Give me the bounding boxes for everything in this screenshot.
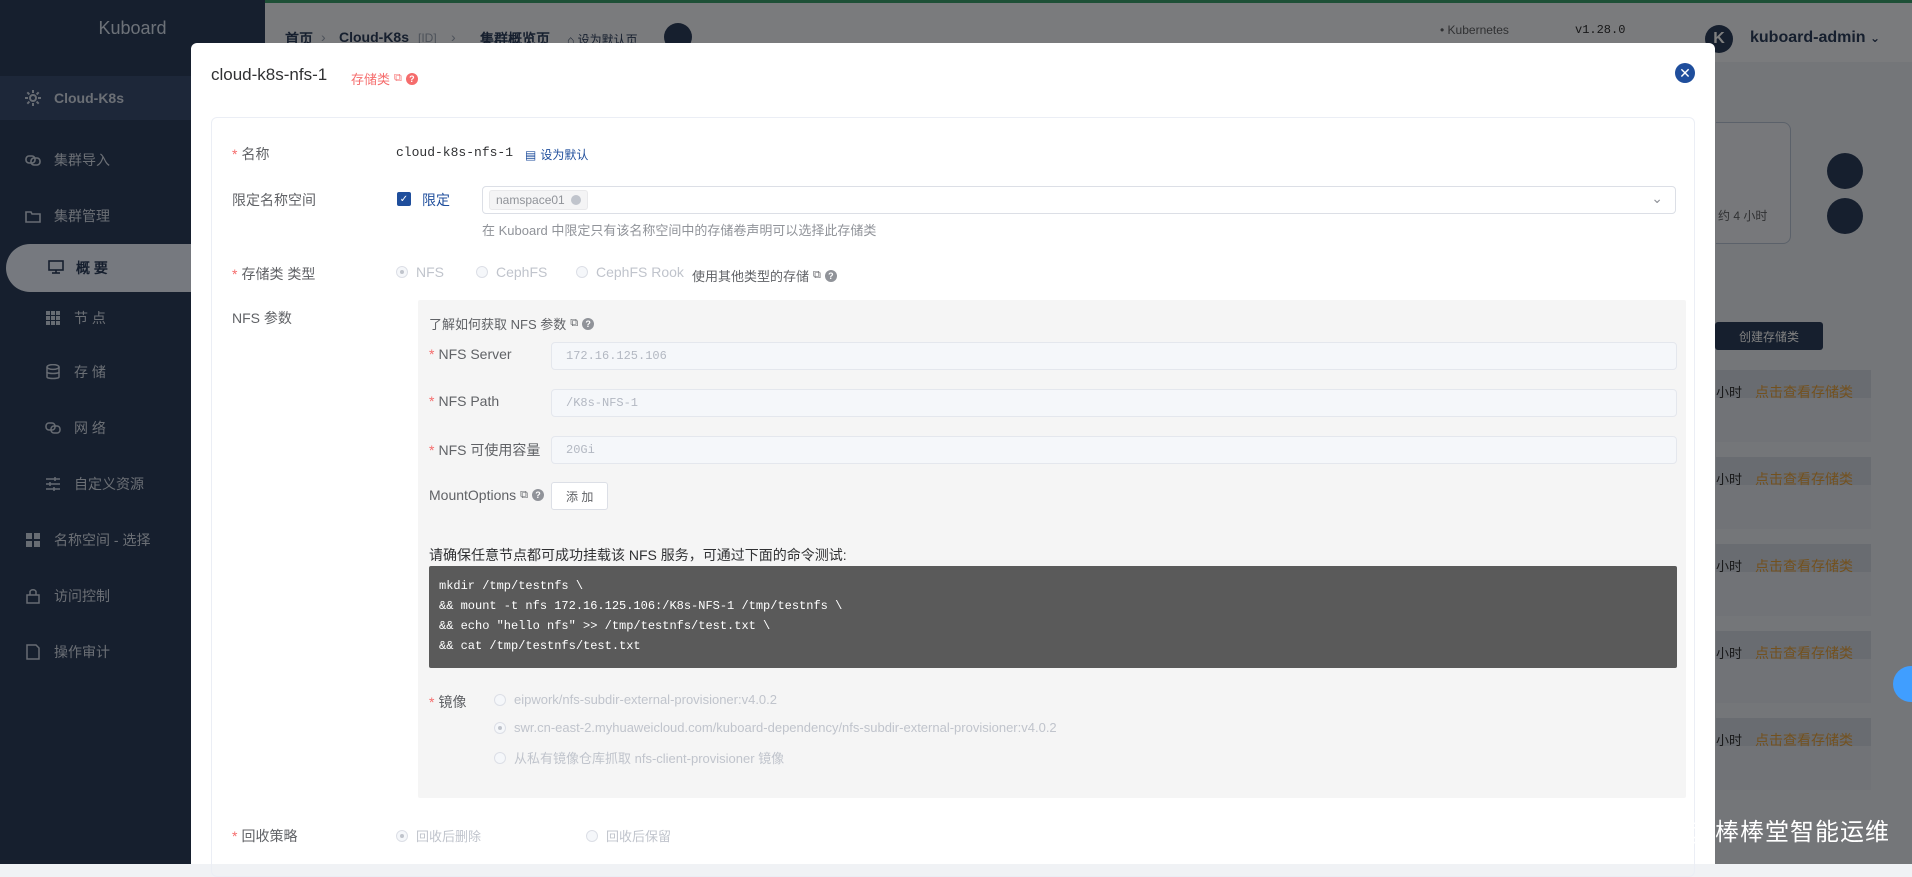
nfs-capacity-label: * NFS 可使用容量 [429,442,541,458]
reclaim-radio-delete[interactable]: 回收后删除 [396,826,481,845]
code-line: && echo "hello nfs" >> /tmp/testnfs/test… [439,619,771,633]
nfs-params-label: NFS 参数 [232,310,292,326]
external-link-icon: ⧉ [570,317,579,329]
code-line: && mount -t nfs 172.16.125.106:/K8s-NFS-… [439,599,843,613]
external-link-icon: ⧉ [520,488,529,501]
namespace-label: 限定名称空间 [232,192,316,208]
image-radio-private[interactable]: 从私有镜像仓库抓取 nfs-client-provisioner 镜像 [494,748,784,767]
namespace-select[interactable]: namspace01 ⌄ [482,186,1676,214]
namespace-tag: namspace01 [489,190,588,210]
watermark: 掘金技术社区 @ 棒棒堂智能运维 [1524,819,1890,846]
help-icon: ? [532,489,545,501]
image-label: * 镜像 [429,694,467,710]
set-default-link[interactable]: ▤ 设为默认 [525,146,588,163]
other-types-link[interactable]: 使用其他类型的存储 ⧉ ? [692,266,837,285]
image-radio-huaweicloud[interactable]: swr.cn-east-2.myhuaweicloud.com/kuboard-… [494,720,1057,735]
nfs-path-label: * NFS Path [429,393,500,409]
external-link-icon: ⧉ [813,269,821,281]
namespace-limit-label: 限定 [422,192,450,208]
remove-tag-icon[interactable] [570,195,581,205]
help-icon: ? [824,269,837,282]
close-icon[interactable]: ✕ [1675,63,1695,83]
type-radio-cephfs-rook[interactable]: CephFS Rook [576,264,684,280]
add-mount-option-button[interactable]: 添 加 [551,482,609,510]
nfs-howto-link[interactable]: 了解如何获取 NFS 参数 ⧉ ? [429,314,595,333]
type-label: * 存储类 类型 [232,266,316,282]
code-line: && cat /tmp/testnfs/test.txt [439,639,641,653]
name-value: cloud-k8s-nfs-1 [396,145,514,160]
test-command-code: mkdir /tmp/testnfs \ && mount -t nfs 172.… [429,566,1677,668]
namespace-limit-checkbox[interactable]: ✓ [397,192,411,206]
nfs-capacity-input[interactable]: 20Gi [551,436,1677,464]
nfs-server-input[interactable]: 172.16.125.106 [551,342,1677,370]
namespace-hint: 在 Kuboard 中限定只有该名称空间中的存储卷声明可以选择此存储类 [482,223,877,238]
mount-options-label: MountOptions ⧉ ? [429,487,545,503]
nfs-server-label: * NFS Server [429,346,512,362]
nfs-path-input[interactable]: /K8s-NFS-1 [551,389,1677,417]
help-icon: ? [405,72,418,85]
image-radio-eipwork[interactable]: eipwork/nfs-subdir-external-provisioner:… [494,692,777,707]
code-line: mkdir /tmp/testnfs \ [439,579,584,593]
dialog-title: cloud-k8s-nfs-1 [211,65,328,84]
type-radio-cephfs[interactable]: CephFS [476,264,547,280]
help-icon: ? [582,317,595,330]
mount-note: 请确保任意节点都可成功挂载该 NFS 服务，可通过下面的命令测试: [429,547,847,563]
document-icon: ▤ [525,147,537,162]
chevron-down-icon: ⌄ [1651,190,1663,206]
form-card: * 名称 cloud-k8s-nfs-1 ▤ 设为默认 限定名称空间 ✓ 限定 na… [211,117,1695,877]
reclaim-radio-retain[interactable]: 回收后保留 [586,826,671,845]
storage-class-dialog: cloud-k8s-nfs-1 存储类 ⧉ ? ✕ * 名称 cloud-k8s-… [191,43,1715,877]
name-label: * 名称 [232,146,270,162]
reclaim-label: * 回收策略 [232,828,298,844]
dialog-kind-link[interactable]: 存储类 ⧉ ? [351,69,418,88]
nfs-params-box: 了解如何获取 NFS 参数 ⧉ ? * NFS Server 172.16.125… [418,300,1686,798]
type-radio-nfs[interactable]: NFS [396,264,444,280]
external-link-icon: ⧉ [394,72,402,84]
